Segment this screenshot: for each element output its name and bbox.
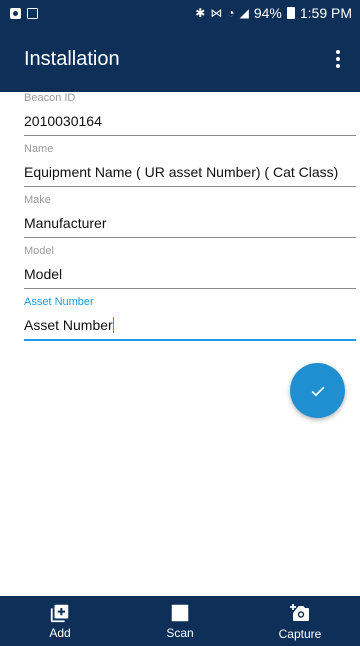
beacon-id-field[interactable]: Beacon ID 2010030164 [24,92,356,136]
asset-number-label: Asset Number [24,296,94,308]
make-label: Make [24,194,51,206]
nav-capture-button[interactable]: Capture [240,596,360,646]
add-box-icon [50,604,69,623]
nav-add-button[interactable]: Add [0,596,120,646]
nav-scan-button[interactable]: Scan [120,596,240,646]
confirm-button[interactable] [290,363,345,418]
page-title: Installation [24,47,120,70]
status-time: 1:59 PM [299,5,352,21]
asset-number-input[interactable]: Asset Number [24,317,356,341]
name-field[interactable]: Name Equipment Name ( UR asset Number) (… [24,143,356,187]
text-cursor [112,317,114,333]
nfc-icon: ⋈ [210,6,223,20]
model-field[interactable]: Model Model [24,245,356,289]
wifi-icon: ◔ [227,6,235,20]
nav-add-label: Add [49,626,71,640]
nav-capture-label: Capture [278,627,322,641]
name-label: Name [24,143,54,155]
notification-image-icon [27,7,38,19]
square-icon [171,604,189,622]
name-input[interactable]: Equipment Name ( UR asset Number) ( Cat … [24,164,356,187]
status-indicators: ✱ ⋈ ◔ ◢ 94% 1:59 PM [195,5,352,21]
status-notifications [10,7,38,19]
battery-icon [286,7,295,19]
app-bar: Installation [0,26,360,92]
overflow-menu-icon[interactable] [326,41,350,77]
bluetooth-icon: ✱ [195,6,206,20]
model-input[interactable]: Model [24,266,356,289]
asset-number-field[interactable]: Asset Number Asset Number [24,296,356,341]
asset-number-value: Asset Number [24,317,113,333]
notification-app-icon [10,7,21,19]
make-input[interactable]: Manufacturer [24,215,356,238]
beacon-id-label: Beacon ID [24,92,76,104]
battery-percent: 94% [253,5,282,21]
beacon-id-input[interactable]: 2010030164 [24,113,356,136]
bottom-nav: Add Scan Capture [0,596,360,646]
signal-icon: ◢ [239,6,249,20]
make-field[interactable]: Make Manufacturer [24,194,356,238]
add-camera-icon [290,604,309,621]
check-icon [311,386,324,396]
nav-scan-label: Scan [166,626,194,640]
status-bar: ✱ ⋈ ◔ ◢ 94% 1:59 PM [0,0,360,26]
model-label: Model [24,245,54,257]
